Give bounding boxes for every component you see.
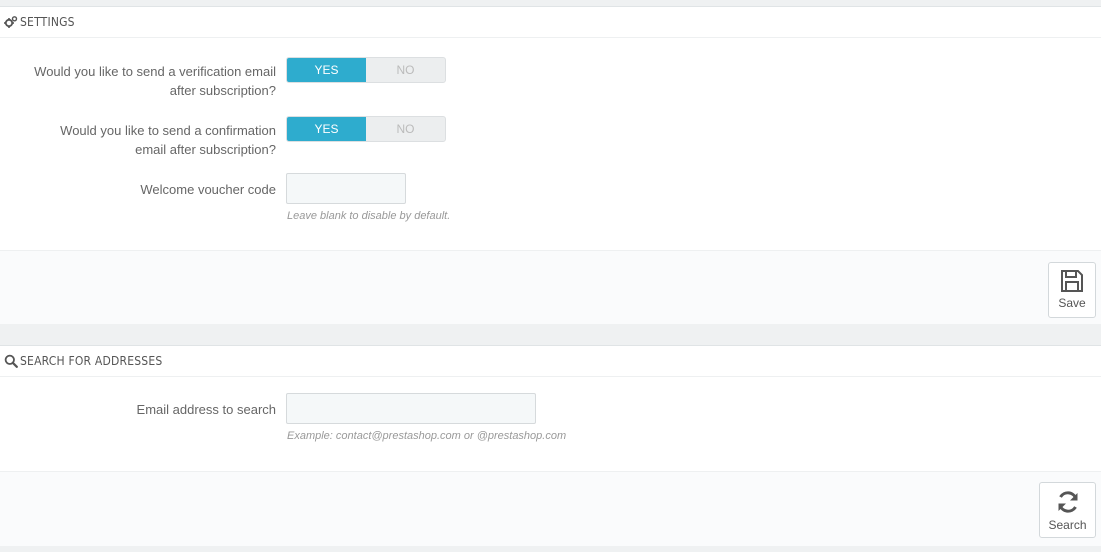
- search-button-label: Search: [1048, 518, 1087, 532]
- search-icon: [4, 354, 18, 368]
- save-button[interactable]: Save: [1048, 262, 1096, 318]
- confirmation-switch[interactable]: YES NO: [286, 116, 446, 142]
- floppy-disk-icon: [1061, 270, 1083, 292]
- settings-heading: SETTINGS: [0, 7, 1101, 38]
- verification-no-option[interactable]: NO: [366, 58, 445, 82]
- settings-panel: SETTINGS Would you like to send a verifi…: [0, 6, 1101, 324]
- refresh-icon: [1058, 491, 1077, 513]
- settings-footer: Save: [0, 250, 1101, 324]
- verification-switch[interactable]: YES NO: [286, 57, 446, 83]
- verification-label: Would you like to send a verification em…: [34, 64, 276, 98]
- voucher-input[interactable]: [286, 173, 406, 204]
- settings-title: SETTINGS: [20, 15, 75, 29]
- email-search-input[interactable]: [286, 393, 536, 424]
- confirmation-label: Would you like to send a confirmation em…: [60, 123, 276, 157]
- email-search-help: Example: contact@prestashop.com or @pres…: [287, 430, 567, 442]
- confirmation-no-option[interactable]: NO: [366, 117, 445, 141]
- search-heading: SEARCH FOR ADDRESSES: [0, 346, 1101, 377]
- email-search-label: Email address to search: [136, 402, 276, 417]
- search-button[interactable]: Search: [1039, 482, 1096, 538]
- save-button-label: Save: [1058, 296, 1086, 310]
- voucher-label: Welcome voucher code: [140, 182, 276, 197]
- cogs-icon: [4, 15, 18, 29]
- confirmation-yes-option[interactable]: YES: [287, 117, 366, 141]
- voucher-help: Leave blank to disable by default.: [287, 210, 451, 222]
- verification-yes-option[interactable]: YES: [287, 58, 366, 82]
- search-panel: SEARCH FOR ADDRESSES Email address to se…: [0, 345, 1101, 546]
- search-title: SEARCH FOR ADDRESSES: [20, 354, 163, 368]
- search-footer: Search: [0, 471, 1101, 546]
